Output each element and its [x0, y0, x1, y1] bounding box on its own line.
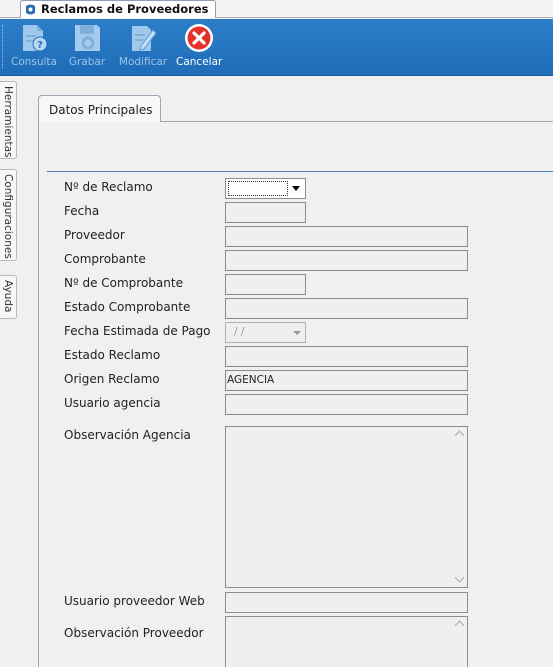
side-tab-ayuda[interactable]: Ayuda — [0, 275, 17, 319]
nro-comprobante-label: Nº de Comprobante — [64, 276, 183, 290]
nro-reclamo-combo[interactable] — [225, 178, 306, 199]
nro-reclamo-label: Nº de Reclamo — [64, 180, 153, 194]
document-tab-title: Reclamos de Proveedores — [41, 2, 209, 16]
side-panel: Herramientas Configuraciones Ayuda — [0, 77, 17, 667]
svg-text:?: ? — [37, 40, 43, 51]
fecha-estimada-picker[interactable]: / / — [225, 322, 306, 343]
save-icon — [75, 25, 100, 51]
content-area: Datos Principales Nº de Reclamo Fecha Pr… — [38, 95, 553, 667]
toolbar: ? Consulta Grabar Modificar Cancelar — [0, 19, 553, 76]
obs-agencia-label: Observación Agencia — [64, 428, 191, 442]
proveedor-field[interactable] — [225, 226, 468, 247]
grabar-label: Grabar — [68, 56, 106, 68]
side-tab-herramientas[interactable]: Herramientas — [0, 81, 17, 159]
comprobante-field[interactable] — [225, 250, 468, 271]
consulta-label: Consulta — [10, 56, 57, 68]
cancelar-button[interactable]: Cancelar — [176, 22, 222, 74]
fecha-field[interactable] — [225, 202, 306, 223]
side-tab-herramientas-label: Herramientas — [2, 86, 14, 158]
obs-proveedor-label: Observación Proveedor — [64, 626, 204, 640]
document-tab-strip: Reclamos de Proveedores — [0, 0, 553, 18]
origen-reclamo-label: Origen Reclamo — [64, 372, 160, 386]
scroll-up-icon[interactable] — [454, 620, 465, 631]
tab-datos-principales[interactable]: Datos Principales — [38, 95, 161, 122]
estado-reclamo-field[interactable] — [225, 346, 468, 367]
origen-reclamo-field[interactable]: AGENCIA — [225, 370, 468, 391]
side-tab-configuraciones[interactable]: Configuraciones — [0, 169, 17, 261]
usuario-proveedor-web-field[interactable] — [225, 592, 468, 613]
obs-agencia-textarea[interactable] — [225, 426, 468, 588]
query-icon: ? — [23, 25, 48, 52]
side-tab-ayuda-label: Ayuda — [2, 280, 14, 313]
form-icon — [26, 4, 35, 15]
fecha-estimada-value: / / — [234, 326, 245, 338]
chevron-down-icon[interactable] — [293, 331, 301, 335]
modificar-label: Modificar — [118, 56, 168, 68]
usuario-proveedor-web-label: Usuario proveedor Web — [64, 594, 205, 608]
chevron-down-icon[interactable] — [292, 186, 300, 191]
nro-reclamo-selection — [228, 181, 288, 196]
estado-comprobante-field[interactable] — [225, 298, 468, 319]
grabar-button[interactable]: Grabar — [66, 22, 108, 74]
usuario-agencia-field[interactable] — [225, 394, 468, 415]
obs-proveedor-textarea[interactable] — [225, 616, 468, 667]
consulta-button[interactable]: ? Consulta — [10, 22, 58, 74]
fecha-label: Fecha — [64, 204, 100, 218]
edit-icon — [132, 26, 157, 51]
estado-reclamo-label: Estado Reclamo — [64, 348, 161, 362]
scroll-up-icon[interactable] — [454, 430, 465, 441]
document-tab[interactable]: Reclamos de Proveedores — [20, 0, 216, 18]
comprobante-label: Comprobante — [64, 252, 146, 266]
scroll-down-icon[interactable] — [454, 572, 465, 583]
cancelar-label: Cancelar — [176, 56, 223, 68]
side-tab-configuraciones-label: Configuraciones — [2, 174, 14, 259]
cancel-icon — [185, 24, 213, 52]
usuario-agencia-label: Usuario agencia — [64, 396, 161, 410]
proveedor-label: Proveedor — [64, 228, 125, 242]
header-divider — [47, 171, 553, 172]
modificar-button[interactable]: Modificar — [118, 22, 168, 74]
form-panel: Nº de Reclamo Fecha Proveedor Comprobant… — [38, 121, 553, 667]
toolbar-grip[interactable] — [2, 25, 5, 69]
fecha-estimada-label: Fecha Estimada de Pago — [64, 324, 211, 338]
nro-comprobante-field[interactable] — [225, 274, 306, 295]
estado-comprobante-label: Estado Comprobante — [64, 300, 191, 314]
